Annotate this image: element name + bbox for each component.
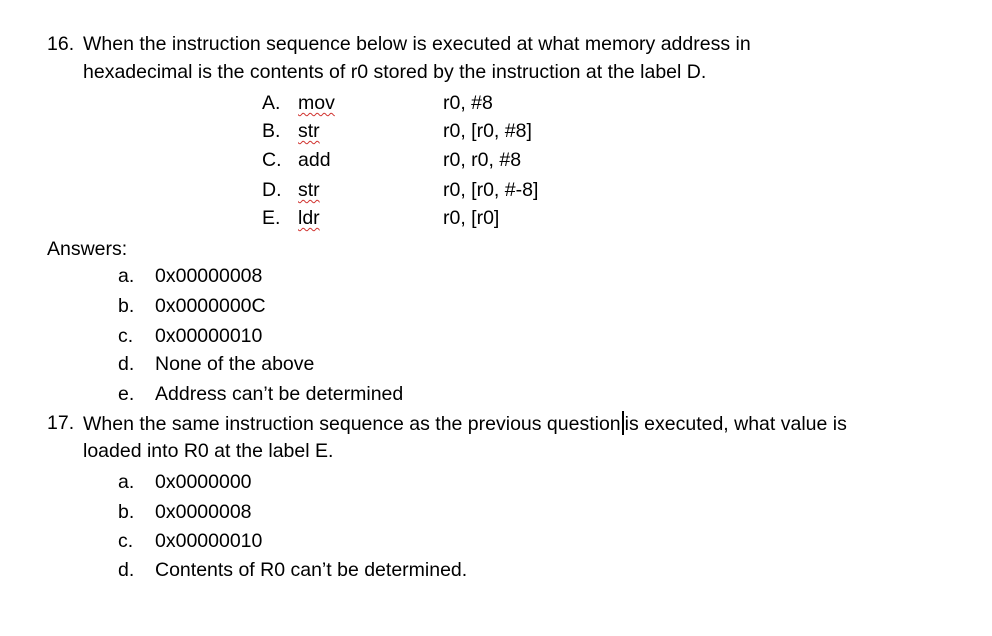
question-16-line-1[interactable]: When the instruction sequence below is e… (83, 32, 751, 56)
answer-text[interactable]: 0x00000008 (155, 264, 262, 288)
instruction-operands[interactable]: r0, [r0] (443, 206, 499, 230)
answer-text[interactable]: Contents of R0 can’t be determined. (155, 558, 467, 582)
instruction-label: C. (262, 149, 282, 171)
instruction-label: A. (262, 92, 281, 114)
answer-letter: d. (118, 559, 135, 581)
instruction-opcode[interactable]: add (298, 148, 331, 172)
instruction-operands[interactable]: r0, [r0, #8] (443, 119, 532, 143)
text-cursor (621, 411, 624, 435)
answer-letter: d. (118, 353, 135, 375)
answer-letter: c. (118, 530, 134, 552)
instruction-opcode[interactable]: str (298, 178, 320, 202)
answer-text[interactable]: None of the above (155, 352, 314, 376)
instruction-label: D. (262, 179, 282, 201)
question-16-line-2[interactable]: hexadecimal is the contents of r0 stored… (83, 60, 706, 84)
instruction-opcode[interactable]: mov (298, 91, 335, 115)
instruction-opcode[interactable]: ldr (298, 206, 320, 230)
answer-letter: e. (118, 383, 135, 405)
answer-letter: a. (118, 471, 135, 493)
answers-heading: Answers: (47, 238, 128, 260)
answer-text[interactable]: 0x0000000 (155, 470, 252, 494)
instruction-label: E. (262, 207, 281, 229)
answer-letter: a. (118, 265, 135, 287)
answer-text[interactable]: 0x0000008 (155, 500, 252, 524)
answer-text[interactable]: 0x0000000C (155, 294, 266, 318)
question-17-line-1[interactable]: When the same instruction sequence as th… (83, 411, 847, 436)
question-17-line-1-after-caret: is executed, what value is (624, 413, 847, 435)
answer-letter: b. (118, 295, 135, 317)
question-16-number: 16. (47, 33, 75, 55)
answer-text[interactable]: 0x00000010 (155, 529, 262, 553)
instruction-opcode[interactable]: str (298, 119, 320, 143)
answer-letter: b. (118, 501, 135, 523)
question-17-line-2[interactable]: loaded into R0 at the label E. (83, 439, 333, 463)
answer-text[interactable]: 0x00000010 (155, 324, 262, 348)
question-17-number: 17. (47, 412, 75, 434)
instruction-label: B. (262, 120, 281, 142)
question-17-line-1-before-caret: When the same instruction sequence as th… (83, 413, 621, 435)
instruction-operands[interactable]: r0, [r0, #-8] (443, 178, 538, 202)
answer-text[interactable]: Address can’t be determined (155, 382, 403, 406)
instruction-operands[interactable]: r0, #8 (443, 91, 493, 115)
instruction-operands[interactable]: r0, r0, #8 (443, 148, 521, 172)
answer-letter: c. (118, 325, 134, 347)
